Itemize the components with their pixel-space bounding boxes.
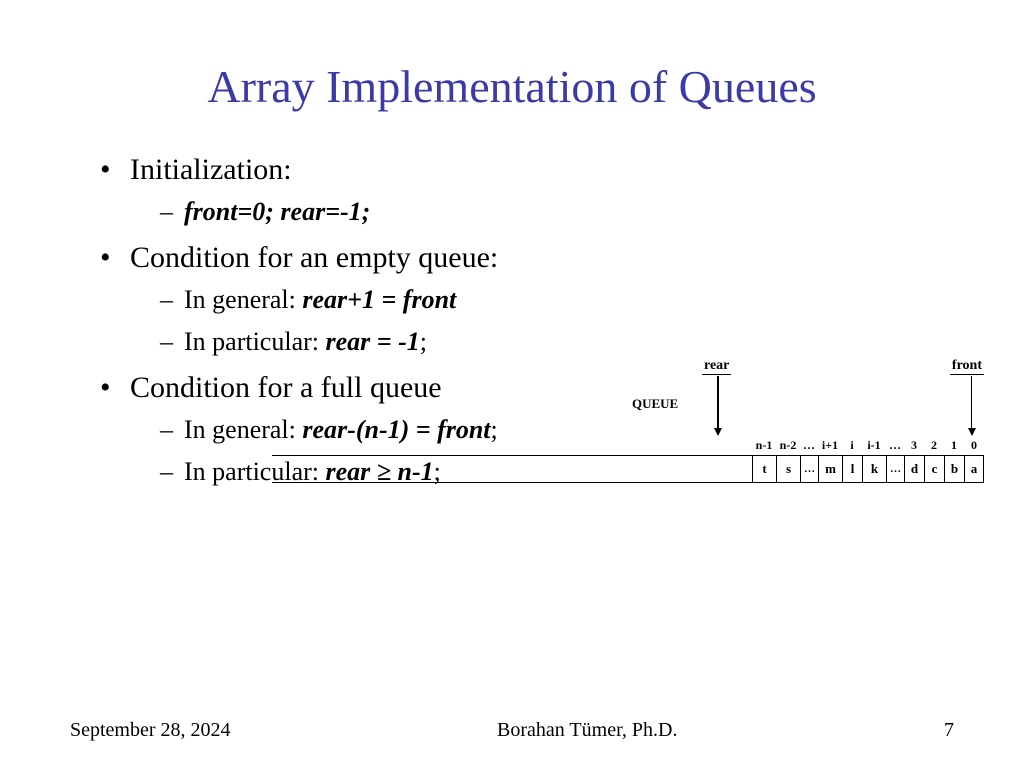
empty-particular-post: ; — [420, 327, 427, 356]
idx-2: 2 — [924, 438, 944, 453]
empty-particular: In particular: rear = -1; — [160, 327, 954, 357]
footer: September 28, 2024 Borahan Tümer, Ph.D. … — [70, 719, 954, 742]
cell-d: d — [904, 455, 924, 483]
cell-t: t — [752, 455, 776, 483]
rear-arrow-head-icon — [714, 428, 722, 436]
cell-k: k — [862, 455, 886, 483]
empty-general: In general: rear+1 = front — [160, 285, 954, 315]
queue-diagram: rear front QUEUE n-1 n-2 … i+1 i i-1 … 3… — [632, 358, 994, 518]
queue-label: QUEUE — [632, 396, 678, 412]
idx-1: 1 — [944, 438, 964, 453]
cell-s: s — [776, 455, 800, 483]
idx-n1: n-1 — [752, 438, 776, 453]
bullet-init-text: Initialization: — [130, 153, 292, 186]
rear-arrow-line — [717, 376, 719, 428]
footer-date: September 28, 2024 — [70, 719, 231, 742]
idx-im1: i-1 — [862, 438, 886, 453]
empty-particular-expr: rear = -1 — [326, 327, 420, 356]
empty-general-pre: In general: — [184, 285, 302, 314]
footer-author: Borahan Tümer, Ph.D. — [497, 719, 677, 742]
cell-dots1: … — [800, 455, 818, 483]
full-general-pre: In general: — [184, 415, 302, 444]
slide: Array Implementation of Queues Initializ… — [0, 0, 1024, 768]
bullet-empty: Condition for an empty queue: In general… — [100, 241, 954, 357]
slide-title: Array Implementation of Queues — [70, 60, 954, 113]
bullet-empty-text: Condition for an empty queue: — [130, 241, 498, 274]
idx-n2: n-2 — [776, 438, 800, 453]
full-general-post: ; — [491, 415, 498, 444]
front-arrow-line — [971, 376, 973, 428]
index-row: n-1 n-2 … i+1 i i-1 … 3 2 1 0 — [752, 438, 984, 453]
idx-ip1: i+1 — [818, 438, 842, 453]
idx-i: i — [842, 438, 862, 453]
full-general-expr: rear-(n-1) = front — [302, 415, 490, 444]
cell-row: t s … m l k … d c b a — [752, 455, 984, 483]
rear-pointer-label: rear — [702, 358, 731, 375]
bullet-empty-sub: In general: rear+1 = front In particular… — [130, 285, 954, 357]
init-values-text: front=0; rear=-1; — [184, 197, 370, 226]
idx-dots2: … — [886, 438, 904, 453]
front-arrow-head-icon — [968, 428, 976, 436]
cell-a: a — [964, 455, 984, 483]
bullet-init: Initialization: front=0; rear=-1; — [100, 153, 954, 227]
idx-0: 0 — [964, 438, 984, 453]
cell-b: b — [944, 455, 964, 483]
empty-particular-pre: In particular: — [184, 327, 326, 356]
idx-dots1: … — [800, 438, 818, 453]
cell-l: l — [842, 455, 862, 483]
front-pointer-label: front — [950, 358, 984, 375]
cell-c: c — [924, 455, 944, 483]
footer-page: 7 — [944, 719, 954, 742]
empty-general-expr: rear+1 = front — [302, 285, 456, 314]
bullet-init-values: front=0; rear=-1; — [160, 197, 954, 227]
cell-m: m — [818, 455, 842, 483]
idx-3: 3 — [904, 438, 924, 453]
bullet-init-sub: front=0; rear=-1; — [130, 197, 954, 227]
bullet-full-text: Condition for a full queue — [130, 371, 442, 404]
cell-dots2: … — [886, 455, 904, 483]
